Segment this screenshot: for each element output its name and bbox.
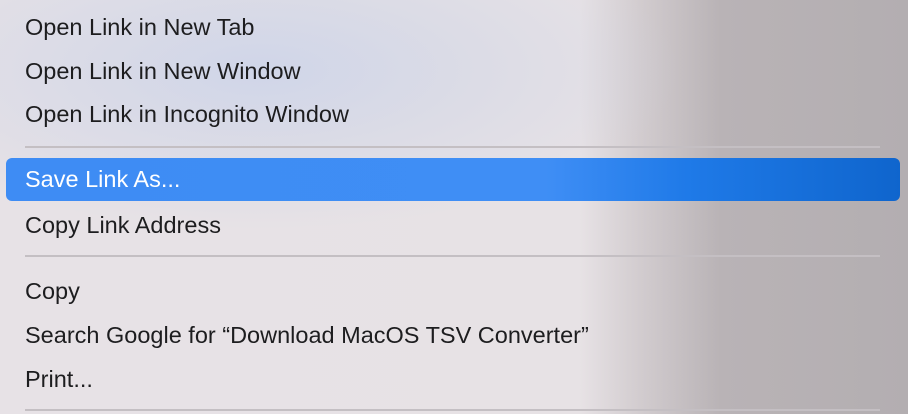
menu-item-open-link-new-tab[interactable]: Open Link in New Tab — [6, 6, 900, 49]
context-menu: Open Link in New Tab Open Link in New Wi… — [0, 0, 908, 414]
menu-item-print[interactable]: Print... — [6, 358, 900, 401]
menu-separator — [25, 146, 880, 148]
menu-separator — [25, 255, 880, 257]
menu-item-open-link-new-window[interactable]: Open Link in New Window — [6, 50, 900, 93]
menu-item-copy[interactable]: Copy — [6, 270, 900, 313]
menu-item-save-link-as[interactable]: Save Link As... — [6, 158, 900, 201]
menu-item-search-google[interactable]: Search Google for “Download MacOS TSV Co… — [6, 314, 900, 357]
menu-separator — [25, 409, 880, 411]
menu-item-copy-link-address[interactable]: Copy Link Address — [6, 204, 900, 247]
menu-item-open-link-incognito[interactable]: Open Link in Incognito Window — [6, 93, 900, 136]
